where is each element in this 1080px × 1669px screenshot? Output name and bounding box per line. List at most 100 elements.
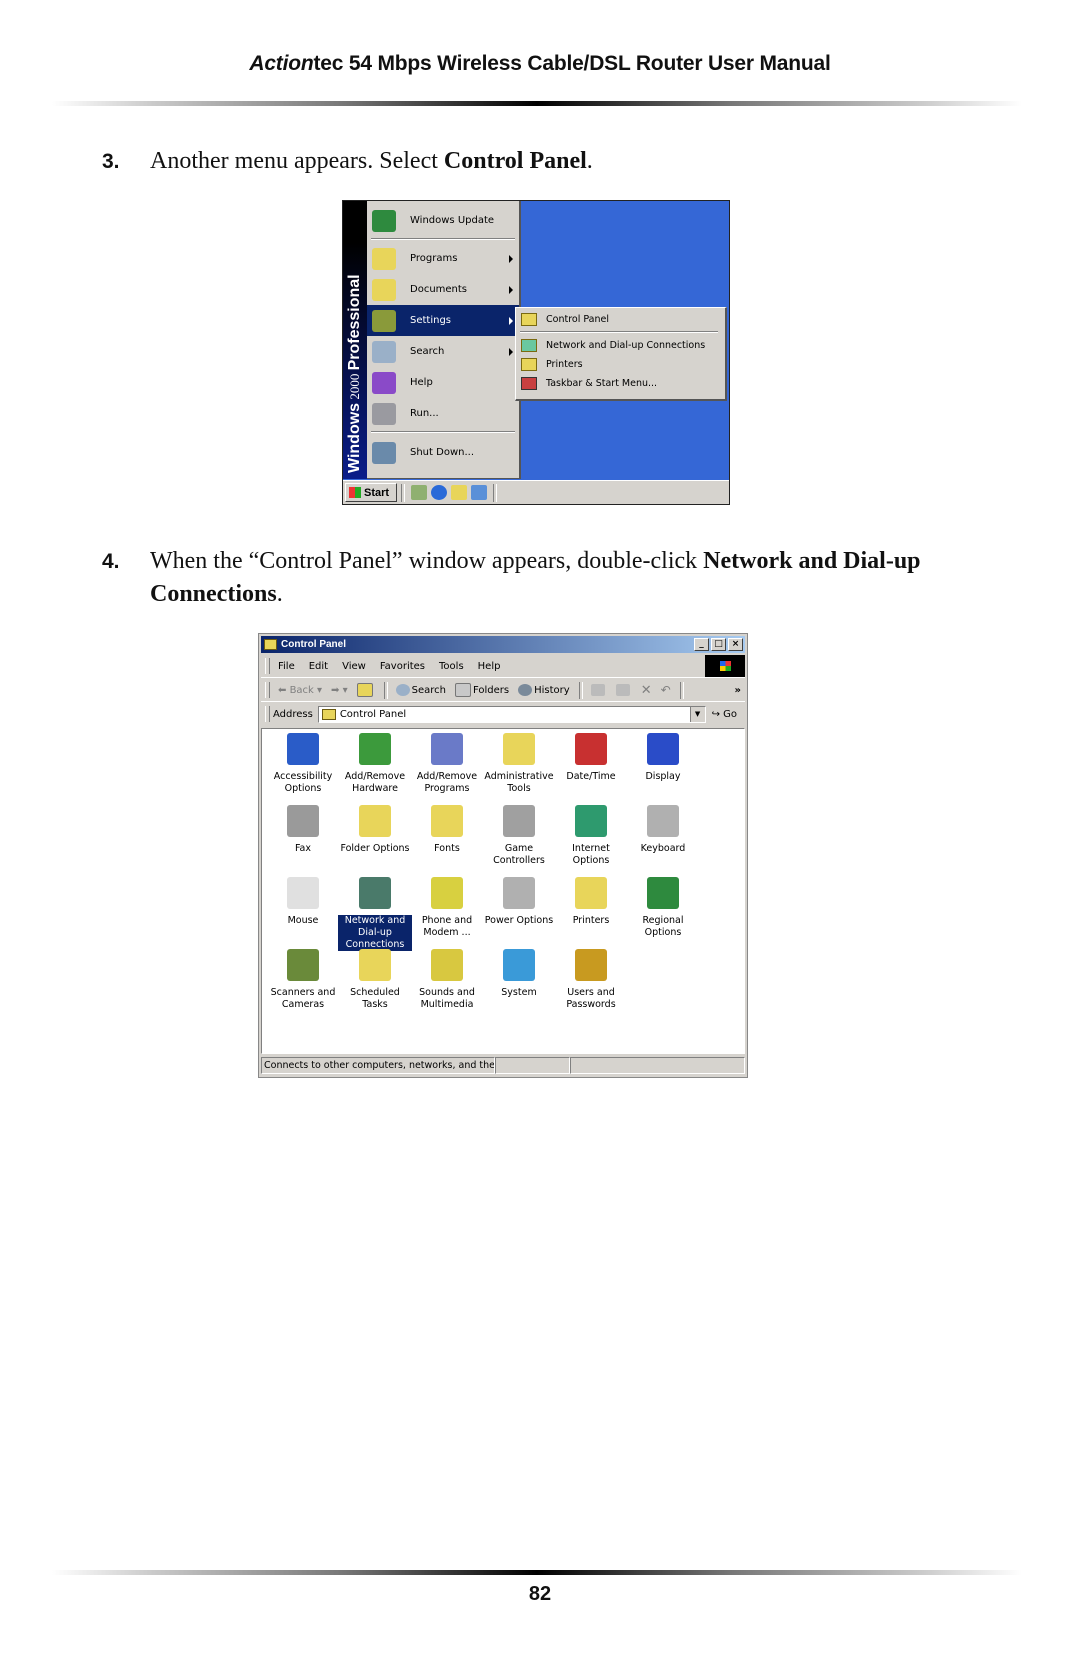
- cp-item-fax[interactable]: Fax: [266, 805, 340, 855]
- search-button[interactable]: Search: [395, 684, 446, 696]
- delete-button[interactable]: ✕: [641, 683, 652, 698]
- cp-item-add-remove-programs[interactable]: Add/Remove Programs: [410, 733, 484, 795]
- toolbar-grip[interactable]: [265, 658, 270, 674]
- phone-modem-icon: [431, 877, 463, 909]
- cp-item-label: Scanners and Cameras: [270, 987, 336, 1010]
- run-icon: [372, 402, 396, 425]
- network-icon: [521, 339, 537, 352]
- start-menu-item-programs[interactable]: Programs: [367, 243, 519, 274]
- move-to-button[interactable]: [590, 684, 607, 696]
- menu-view[interactable]: View: [342, 661, 366, 672]
- menu-file[interactable]: File: [278, 661, 295, 672]
- search-icon: [395, 684, 410, 696]
- submenu-arrow-icon: [509, 254, 513, 263]
- toolbar-separator: [578, 681, 583, 699]
- start-menu-item-search[interactable]: Search: [367, 336, 519, 367]
- toolbar-grip[interactable]: [265, 706, 270, 722]
- cp-item-date-time[interactable]: Date/Time: [554, 733, 628, 783]
- outlook-icon[interactable]: [471, 485, 487, 500]
- explorer-search-icon[interactable]: [451, 485, 467, 500]
- submenu-item-printers[interactable]: Printers: [516, 355, 724, 374]
- banner-professional: Professional: [346, 274, 363, 371]
- show-desktop-icon[interactable]: [411, 485, 427, 500]
- cp-item-power-options[interactable]: Power Options: [482, 877, 556, 927]
- copy-to-button[interactable]: [615, 684, 632, 696]
- start-menu-item-settings[interactable]: Settings: [367, 305, 519, 336]
- cp-item-printers-folder[interactable]: Printers: [554, 877, 628, 927]
- cp-item-add-remove-hardware[interactable]: Add/Remove Hardware: [338, 733, 412, 795]
- undo-button[interactable]: ↶: [661, 683, 671, 697]
- address-dropdown-button[interactable]: ▼: [689, 706, 705, 722]
- cp-item-game-controllers[interactable]: Game Controllers: [482, 805, 556, 867]
- back-button[interactable]: ⬅ Back ▾: [278, 685, 322, 696]
- toolbar-overflow-button[interactable]: »: [735, 685, 741, 696]
- cp-item-sounds-multimedia[interactable]: Sounds and Multimedia: [410, 949, 484, 1011]
- cp-item-network-dialup[interactable]: Network and Dial-up Connections: [338, 877, 412, 951]
- step-text-bold: Control Panel: [443, 148, 587, 174]
- maximize-button[interactable]: □: [711, 638, 726, 651]
- cp-item-display[interactable]: Display: [626, 733, 700, 783]
- forward-arrow-icon: ➡: [331, 684, 340, 696]
- cp-item-regional-options[interactable]: Regional Options: [626, 877, 700, 939]
- cp-item-users-passwords[interactable]: Users and Passwords: [554, 949, 628, 1011]
- start-menu-item-help[interactable]: Help: [367, 367, 519, 398]
- start-menu-item-windows-update[interactable]: Windows Update: [367, 205, 519, 236]
- minimize-button[interactable]: _: [694, 638, 709, 651]
- menu-item-label: Settings: [410, 315, 452, 326]
- menu-item-label: Search: [410, 346, 445, 357]
- close-button[interactable]: ×: [728, 638, 743, 651]
- cp-item-internet-options[interactable]: Internet Options: [554, 805, 628, 867]
- chevron-right-icon: »: [734, 684, 741, 696]
- cp-item-system[interactable]: System: [482, 949, 556, 999]
- cp-item-mouse[interactable]: Mouse: [266, 877, 340, 927]
- toolbar-grip[interactable]: [265, 682, 270, 698]
- menu-help[interactable]: Help: [478, 661, 501, 672]
- menu-item-label: Shut Down...: [410, 447, 474, 458]
- up-folder-button[interactable]: [356, 683, 375, 697]
- step-3: 3. Another menu appears. Select Control …: [102, 145, 962, 178]
- menu-favorites[interactable]: Favorites: [380, 661, 425, 672]
- folders-button[interactable]: Folders: [455, 683, 509, 697]
- cp-item-scheduled-tasks[interactable]: Scheduled Tasks: [338, 949, 412, 1011]
- windows-logo-icon: [349, 487, 361, 498]
- address-input[interactable]: Control Panel ▼: [317, 705, 706, 723]
- header-rest: tec 54 Mbps Wireless Cable/DSL Router Us…: [313, 52, 831, 75]
- cp-item-phone-modem[interactable]: Phone and Modem ...: [410, 877, 484, 939]
- status-text: Connects to other computers, networks, a…: [261, 1057, 495, 1074]
- step-text-end: .: [276, 581, 283, 607]
- menu-edit[interactable]: Edit: [309, 661, 328, 672]
- step-text: When the “Control Panel” window appears,…: [150, 545, 962, 611]
- start-menu-item-run[interactable]: Run...: [367, 398, 519, 429]
- menu-tools[interactable]: Tools: [439, 661, 464, 672]
- cp-item-label: Administrative Tools: [484, 771, 554, 794]
- cp-item-label: Power Options: [484, 915, 554, 926]
- step-number: 3.: [102, 150, 120, 173]
- history-button[interactable]: History: [518, 684, 570, 696]
- cp-item-keyboard[interactable]: Keyboard: [626, 805, 700, 855]
- submenu-item-network-and-dial-up-connections[interactable]: Network and Dial-up Connections: [516, 336, 724, 355]
- title-bar[interactable]: Control Panel _ □ ×: [261, 636, 745, 653]
- cp-item-label: Internet Options: [572, 843, 610, 866]
- fonts-icon: [431, 805, 463, 837]
- move-to-icon: [590, 684, 605, 696]
- forward-button[interactable]: ➡ ▾: [331, 685, 348, 696]
- cp-item-fonts[interactable]: Fonts: [410, 805, 484, 855]
- cp-item-scanners-cameras[interactable]: Scanners and Cameras: [266, 949, 340, 1011]
- start-menu-item-shut-down[interactable]: Shut Down...: [367, 437, 519, 468]
- cp-item-folder-options[interactable]: Folder Options: [338, 805, 412, 855]
- cp-item-label: Sounds and Multimedia: [419, 987, 475, 1010]
- taskbar: Start: [343, 480, 729, 504]
- taskbar-separator: [493, 484, 497, 502]
- control-panel-icon: [521, 313, 537, 326]
- cp-item-accessibility[interactable]: Accessibility Options: [266, 733, 340, 795]
- address-bar: Address Control Panel ▼ ↪ Go: [261, 703, 745, 725]
- internet-explorer-icon[interactable]: [431, 485, 447, 500]
- scanners-cameras-icon: [287, 949, 319, 981]
- start-menu-item-documents[interactable]: Documents: [367, 274, 519, 305]
- submenu-item-control-panel[interactable]: Control Panel: [516, 310, 724, 329]
- go-button[interactable]: ↪ Go: [712, 709, 737, 720]
- cp-item-administrative-tools[interactable]: Administrative Tools: [482, 733, 556, 795]
- start-button[interactable]: Start: [345, 483, 397, 502]
- submenu-item-taskbar-start-menu[interactable]: Taskbar & Start Menu...: [516, 374, 724, 393]
- control-panel-window: Control Panel _ □ × File Edit View Favorite…: [258, 633, 748, 1078]
